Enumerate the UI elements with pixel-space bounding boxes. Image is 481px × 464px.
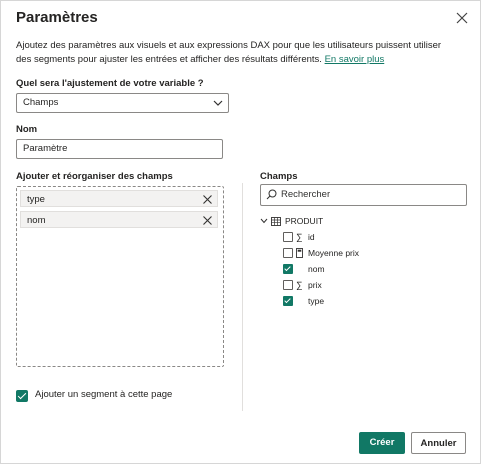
close-icon[interactable] — [456, 12, 468, 24]
search-icon — [266, 189, 277, 200]
field-name: Moyenne prix — [308, 248, 360, 258]
adjust-label: Quel sera l'ajustement de votre variable… — [16, 78, 204, 89]
fields-drop-area[interactable]: type nom — [16, 186, 224, 367]
field-checkbox[interactable] — [283, 296, 293, 306]
chevron-down-icon — [213, 100, 223, 106]
field-chip-label: type — [27, 194, 45, 205]
parameters-dialog: Paramètres Ajoutez des paramètres aux vi… — [0, 0, 481, 464]
sigma-icon: ∑ — [296, 232, 303, 242]
field-name: type — [308, 296, 325, 306]
dialog-title: Paramètres — [16, 9, 98, 26]
dialog-description: Ajoutez des paramètres aux visuels et au… — [16, 39, 456, 67]
fields-pane-label: Champs — [260, 171, 298, 182]
name-input[interactable]: Paramètre — [16, 139, 223, 159]
field-name: nom — [308, 264, 325, 274]
search-input[interactable]: Rechercher — [260, 184, 467, 206]
sigma-icon: ∑ — [296, 280, 303, 290]
field-checkbox[interactable] — [283, 280, 293, 290]
field-checkbox[interactable] — [283, 264, 293, 274]
slicer-checkbox[interactable] — [16, 390, 28, 402]
field-chip-type[interactable]: type — [20, 190, 218, 207]
remove-icon[interactable] — [203, 195, 212, 204]
search-placeholder: Rechercher — [281, 189, 331, 200]
field-checkbox[interactable] — [283, 232, 293, 242]
learn-more-link[interactable]: En savoir plus — [325, 54, 385, 65]
slicer-label: Ajouter un segment à cette page — [35, 389, 173, 400]
field-name: prix — [308, 280, 322, 290]
table-name: PRODUIT — [285, 216, 324, 226]
adjust-value: Champs — [23, 97, 59, 108]
calculator-icon — [296, 248, 303, 258]
pane-divider — [242, 183, 243, 411]
adjust-select[interactable]: Champs — [16, 93, 229, 113]
field-chip-label: nom — [27, 215, 46, 226]
field-chip-nom[interactable]: nom — [20, 211, 218, 228]
table-icon — [271, 217, 281, 226]
name-label: Nom — [16, 124, 38, 135]
field-checkbox[interactable] — [283, 248, 293, 258]
cancel-button[interactable]: Annuler — [411, 432, 466, 454]
fields-box-label: Ajouter et réorganiser des champs — [16, 171, 173, 182]
remove-icon[interactable] — [203, 216, 212, 225]
field-name: id — [308, 232, 315, 242]
create-button[interactable]: Créer — [359, 432, 405, 454]
chevron-down-icon[interactable] — [260, 218, 268, 224]
